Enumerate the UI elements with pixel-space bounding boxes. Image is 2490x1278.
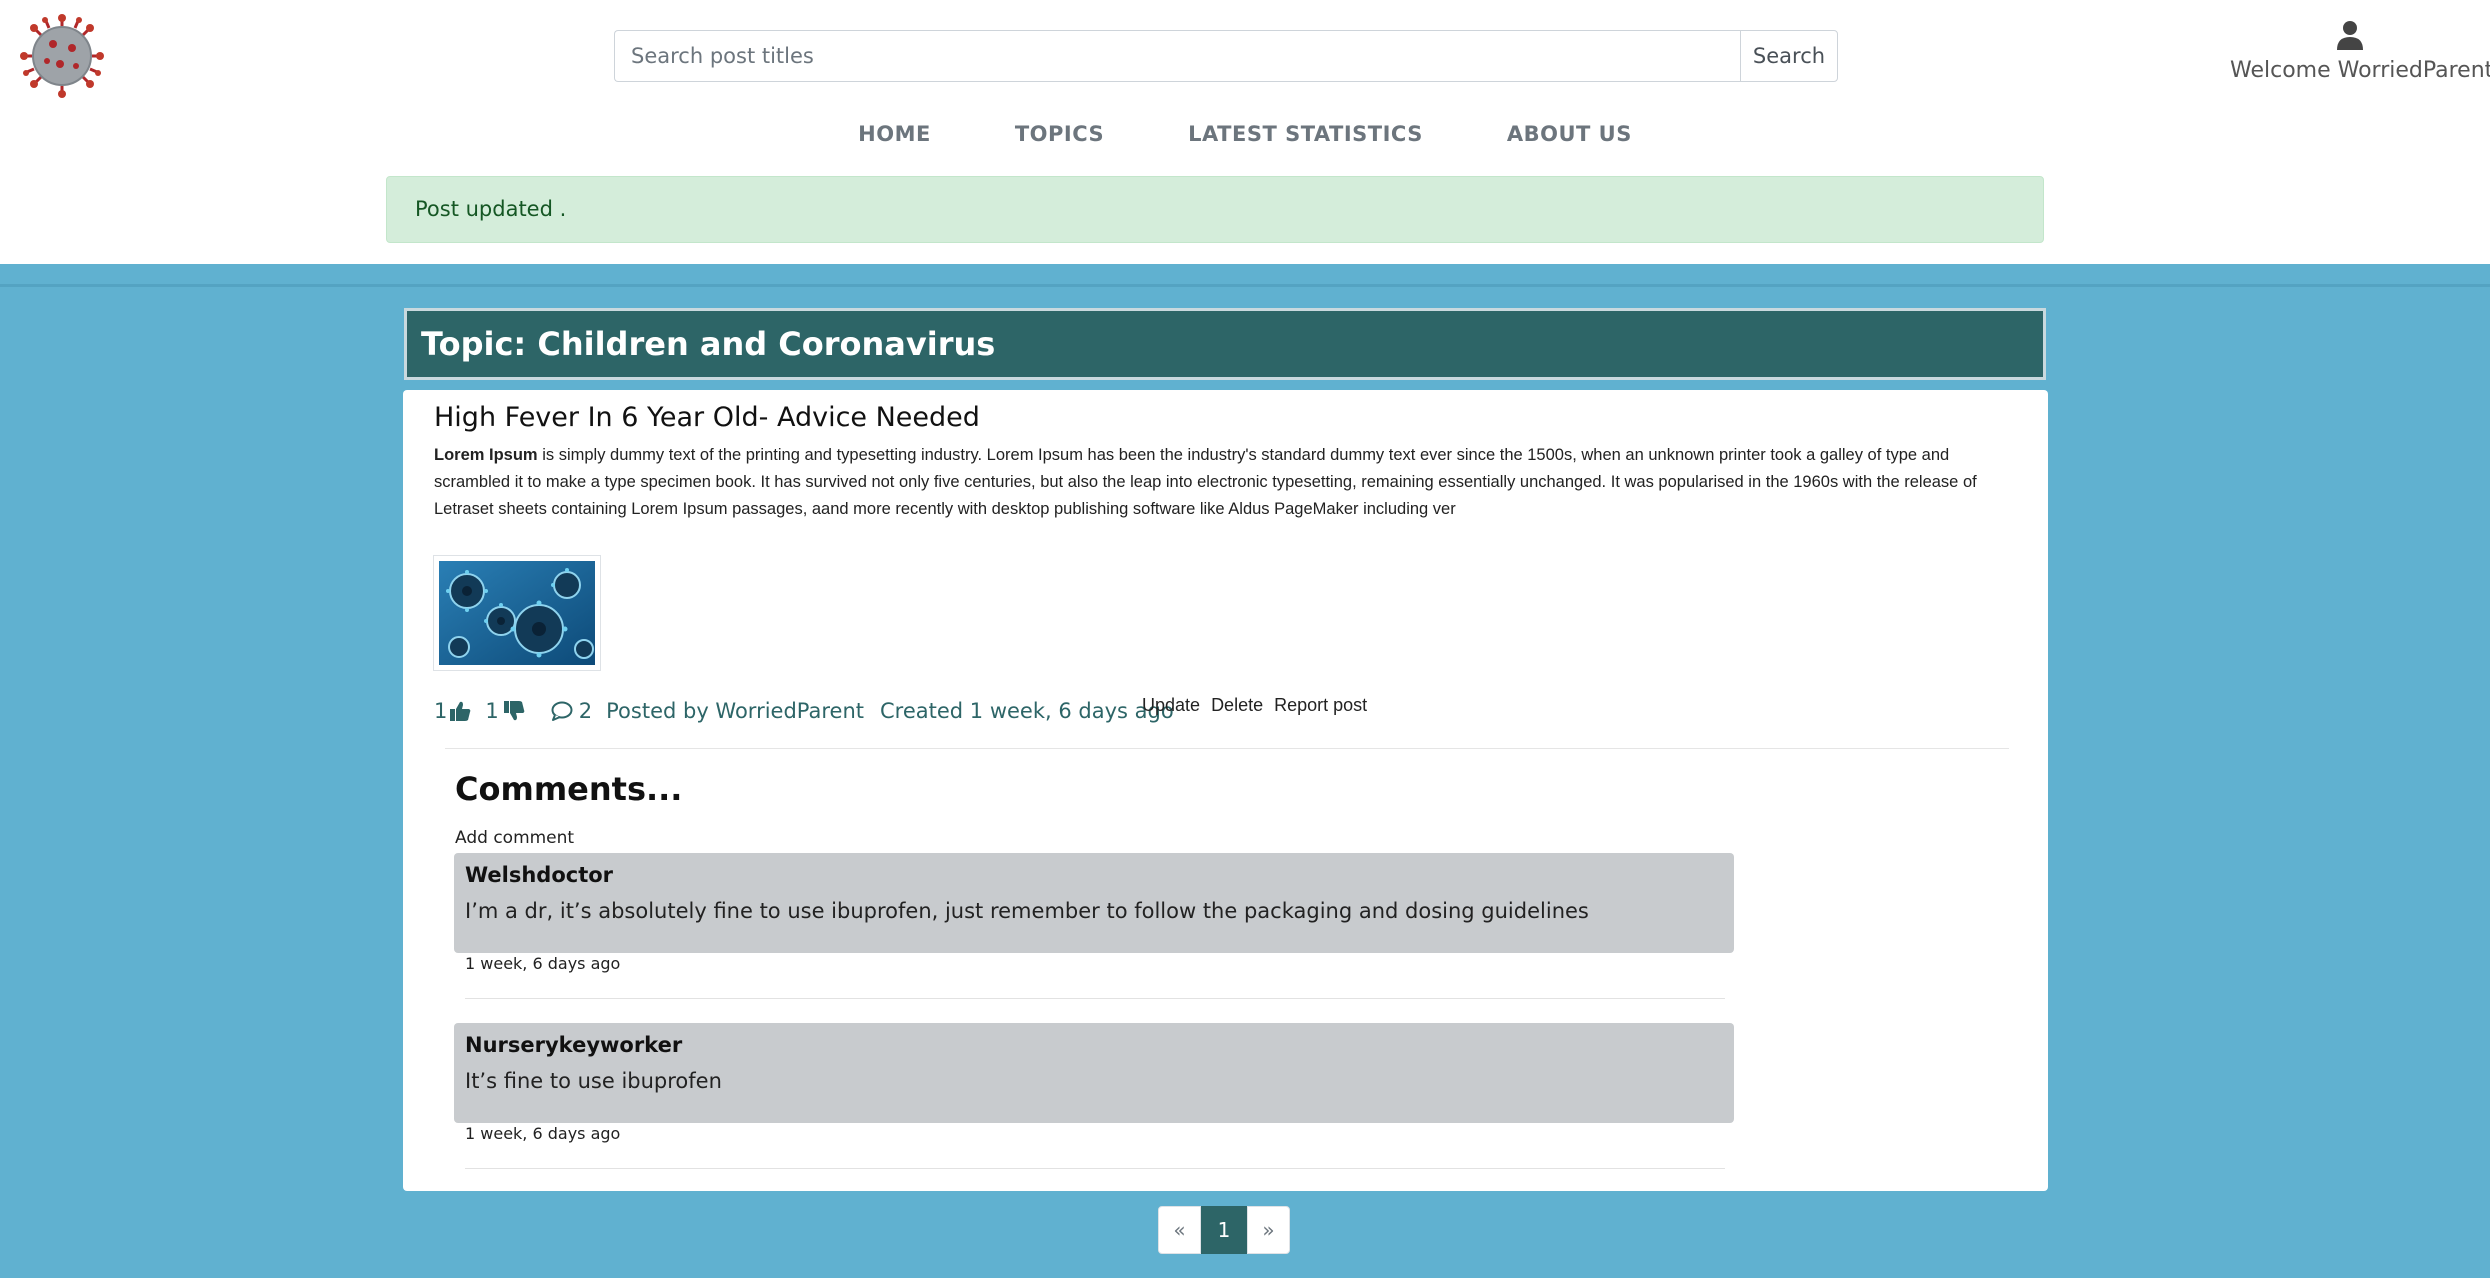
nav-item-latest-statistics[interactable]: LATEST STATISTICS — [1188, 122, 1423, 146]
welcome-text: Welcome WorriedParent — [2230, 58, 2490, 83]
nav-item-home[interactable]: HOME — [858, 122, 931, 146]
main-nav: HOME TOPICS LATEST STATISTICS ABOUT US — [0, 122, 2490, 146]
comment-author: Welshdoctor — [465, 863, 614, 887]
search-button[interactable]: Search — [1740, 30, 1838, 82]
coronavirus-logo-icon[interactable] — [20, 14, 104, 98]
post-divider — [445, 748, 2009, 749]
success-alert: Post updated . — [386, 176, 2044, 243]
post-body-text: is simply dummy text of the printing and… — [434, 446, 1977, 518]
nav-item-about-us[interactable]: ABOUT US — [1507, 122, 1632, 146]
comment-item: Welshdoctor I’m a dr, it’s absolutely fi… — [454, 853, 1734, 953]
thumbs-up-icon[interactable] — [449, 700, 471, 722]
report-post-link[interactable]: Report post — [1274, 695, 1367, 715]
user-icon — [2337, 21, 2363, 50]
pagination: « 1 » — [1158, 1206, 1290, 1254]
comment-icon — [551, 701, 573, 721]
pagination-page-1[interactable]: 1 — [1201, 1206, 1247, 1254]
post-body: Lorem Ipsum is simply dummy text of the … — [434, 442, 2024, 523]
nav-item-topics[interactable]: TOPICS — [1015, 122, 1104, 146]
add-comment-link[interactable]: Add comment — [455, 828, 574, 848]
comments-heading: Comments... — [455, 770, 683, 808]
comment-count: 2 — [578, 699, 593, 723]
section-divider — [0, 284, 2490, 287]
topic-title: Topic: Children and Coronavirus — [421, 325, 996, 363]
update-link[interactable]: Update — [1142, 695, 1200, 715]
pagination-next-button[interactable]: » — [1247, 1206, 1290, 1254]
post-actions: Update Delete Report post — [1142, 695, 1373, 716]
thumbs-down-icon[interactable] — [503, 700, 525, 722]
site-header: Search Welcome WorriedParent HOME TOPICS… — [0, 0, 2490, 264]
post-body-bold: Lorem Ipsum — [434, 446, 538, 464]
post-card: High Fever In 6 Year Old- Advice Needed … — [403, 390, 2048, 1191]
posted-by[interactable]: Posted by WorriedParent — [606, 699, 864, 723]
pagination-prev-button[interactable]: « — [1158, 1206, 1201, 1254]
created-date: Created 1 week, 6 days ago — [880, 699, 1174, 723]
like-count: 1 — [434, 699, 448, 723]
comment-divider — [465, 998, 1725, 999]
post-meta: 1 1 2 Posted by WorriedParent Created 1 … — [434, 696, 1174, 726]
delete-link[interactable]: Delete — [1211, 695, 1263, 715]
dislike-count: 1 — [485, 699, 499, 723]
post-title[interactable]: High Fever In 6 Year Old- Advice Needed — [434, 402, 980, 433]
comment-author: Nurserykeyworker — [465, 1033, 683, 1057]
comment-date: 1 week, 6 days ago — [465, 954, 621, 973]
comment-date: 1 week, 6 days ago — [465, 1124, 621, 1143]
comment-text: I’m a dr, it’s absolutely fine to use ib… — [465, 899, 1589, 923]
comment-text: It’s fine to use ibuprofen — [465, 1069, 722, 1093]
topic-header: Topic: Children and Coronavirus — [404, 308, 2046, 380]
search-input[interactable] — [614, 30, 1740, 82]
virus-thumbnail-image[interactable] — [433, 555, 601, 671]
user-menu[interactable]: Welcome WorriedParent — [2230, 20, 2490, 83]
alert-message: Post updated . — [415, 197, 567, 221]
comment-item: Nurserykeyworker It’s fine to use ibupro… — [454, 1023, 1734, 1123]
comment-divider — [465, 1168, 1725, 1169]
search-form: Search — [614, 30, 1838, 82]
